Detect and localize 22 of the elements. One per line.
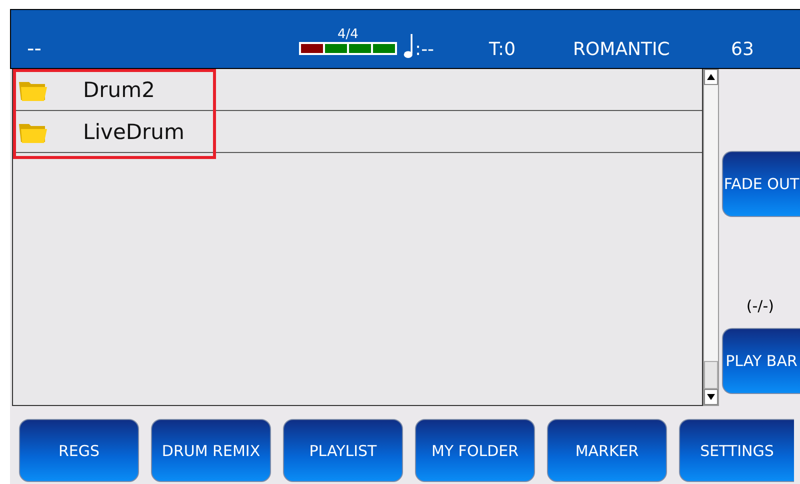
function-button[interactable]: PLAYLIST [283, 419, 403, 482]
scrollbar[interactable] [703, 69, 719, 406]
folder-row[interactable]: Drum2 [13, 69, 702, 111]
function-button[interactable]: MY FOLDER [415, 419, 535, 482]
function-button[interactable]: FADE OUT [722, 151, 800, 217]
scroll-up-icon[interactable] [704, 69, 718, 85]
style-name: ROMANTIC [573, 39, 671, 60]
bar-status: (-/-) [746, 297, 774, 315]
song-name: -- [27, 36, 42, 60]
time-signature: 4/4 [338, 28, 358, 42]
scroll-down-icon[interactable] [704, 389, 718, 405]
scroll-thumb[interactable] [704, 361, 718, 389]
tempo-value: :-- [415, 39, 436, 60]
note-icon [403, 32, 415, 60]
function-button[interactable]: SETTINGS [679, 419, 794, 482]
style-number: 63 [731, 39, 754, 60]
function-button[interactable]: DRUM REMIX [151, 419, 271, 482]
transpose-value: T:0 [489, 39, 517, 60]
function-button[interactable]: REGS [19, 419, 139, 482]
function-button[interactable]: MARKER [547, 419, 667, 482]
function-button[interactable]: PLAY BAR [722, 328, 800, 394]
folder-row[interactable]: LiveDrum [13, 111, 702, 153]
